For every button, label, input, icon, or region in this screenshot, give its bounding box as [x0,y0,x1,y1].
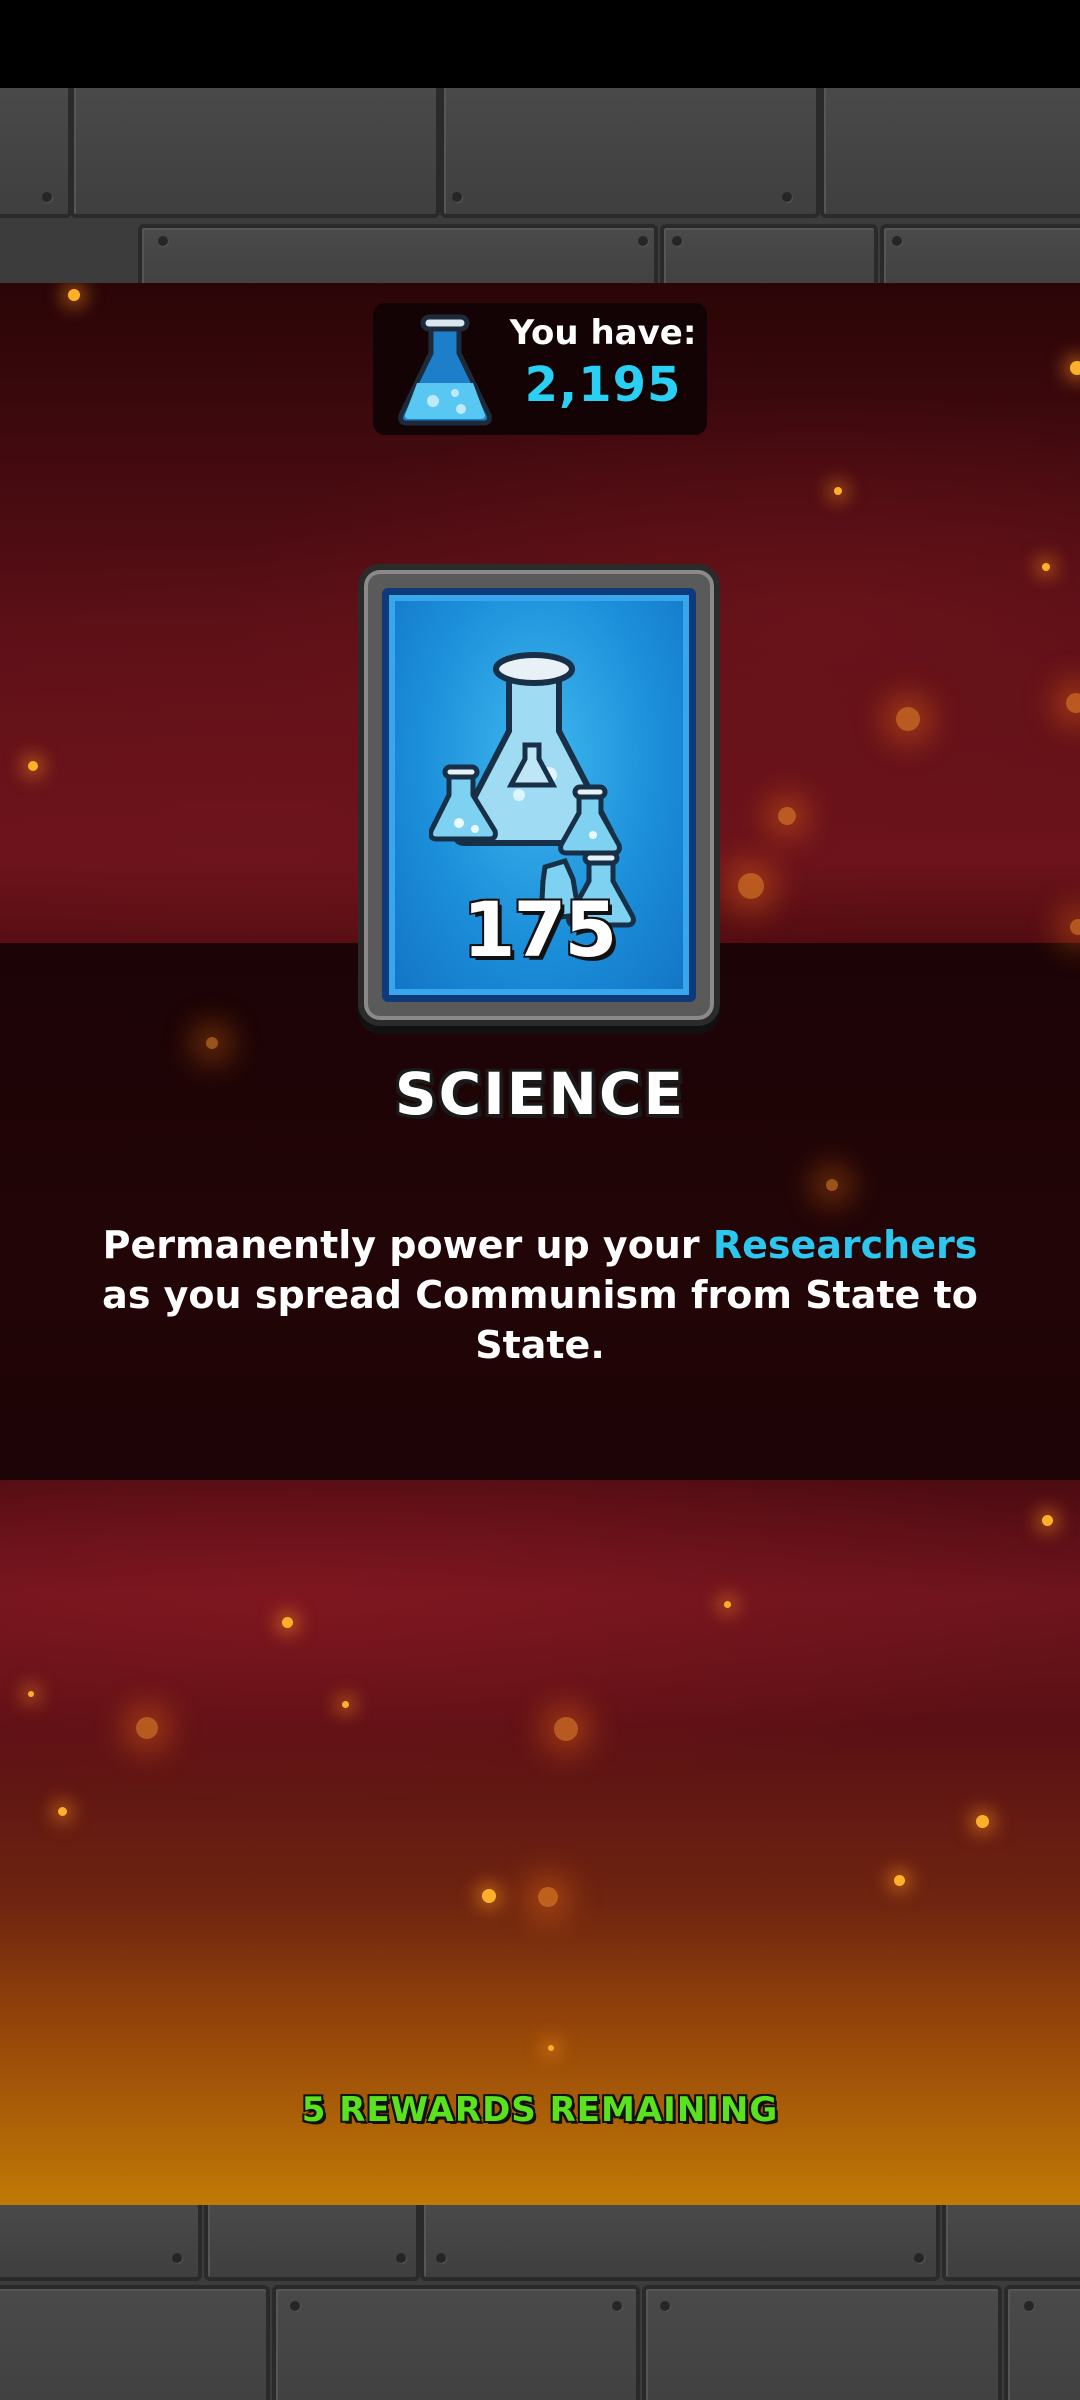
reward-description-prefix: Permanently power up your [102,1223,713,1267]
reward-description-suffix: as you spread Communism from State to St… [102,1273,978,1367]
reward-card[interactable]: 175 [358,564,720,1026]
currency-value: 2,195 [524,357,682,413]
rewards-remaining: 5 REWARDS REMAINING [301,2090,779,2130]
reward-card-count: 175 [462,885,618,974]
reward-description-highlight: Researchers [712,1223,978,1267]
metal-panel-top [0,88,1080,283]
status-bar [0,0,1080,88]
currency-display: You have: 2,195 [373,303,707,435]
currency-label: You have: [509,313,697,353]
flask-icon [398,314,492,426]
reward-card-face: 175 [382,588,696,1002]
metal-panel-bottom [0,2205,1080,2400]
reward-title: SCIENCE [394,1060,686,1128]
reward-description: Permanently power up your Researchers as… [100,1220,980,1370]
